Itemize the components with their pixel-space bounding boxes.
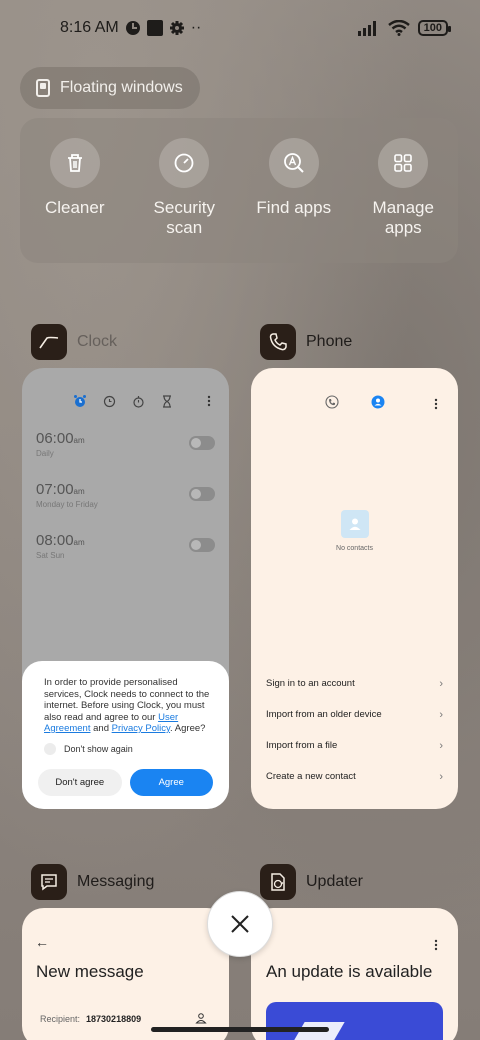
contacts-tab-icon[interactable] bbox=[371, 395, 385, 409]
call-log-tab-icon[interactable] bbox=[324, 395, 339, 409]
manage-apps-label: Manage apps bbox=[372, 198, 434, 237]
battery-icon: 100 bbox=[417, 20, 452, 36]
notification-square-icon bbox=[146, 20, 163, 36]
alarm-time: 08:00am bbox=[36, 532, 85, 549]
more-options-icon[interactable] bbox=[430, 938, 442, 952]
app-status-icon bbox=[125, 21, 140, 35]
more-options-icon[interactable] bbox=[430, 397, 442, 411]
search-app-icon bbox=[283, 153, 304, 173]
empty-contacts: No contacts bbox=[251, 510, 458, 552]
dont-show-checkbox[interactable] bbox=[44, 742, 56, 755]
alarm-repeat: Monday to Friday bbox=[36, 500, 98, 509]
status-time: 8:16 AM bbox=[60, 19, 119, 36]
update-banner bbox=[266, 1002, 443, 1040]
messaging-app-header[interactable]: Messaging bbox=[31, 864, 154, 900]
chevron-right-icon: › bbox=[439, 770, 443, 783]
privacy-dialog: In order to provide personalised service… bbox=[22, 661, 229, 809]
alarm-item[interactable]: 08:00am Sat Sun bbox=[22, 532, 229, 560]
signal-icon bbox=[357, 21, 376, 36]
alarm-time: 06:00am bbox=[36, 430, 85, 447]
clock-tabs bbox=[22, 368, 229, 408]
recipient-value: 18730218809 bbox=[86, 1014, 142, 1024]
phone-app-card[interactable]: No contacts Sign in to an account › Impor… bbox=[251, 368, 458, 809]
quick-tools-panel: Cleaner Security scan Find apps Manage a… bbox=[20, 118, 458, 263]
alarm-toggle[interactable] bbox=[189, 538, 215, 552]
alarm-item[interactable]: 06:00am Daily bbox=[22, 430, 229, 458]
contact-import-options: Sign in to an account › Import from an ol… bbox=[266, 668, 443, 792]
alarm-repeat: Daily bbox=[36, 449, 54, 458]
gear-icon bbox=[169, 21, 184, 35]
grid-icon bbox=[394, 154, 413, 172]
updater-app-name: Updater bbox=[306, 873, 363, 890]
update-available-title: An update is available bbox=[266, 962, 433, 981]
updater-app-header[interactable]: Updater bbox=[260, 864, 363, 900]
close-icon bbox=[231, 915, 249, 933]
phone-app-name: Phone bbox=[306, 333, 353, 350]
phone-app-icon bbox=[260, 324, 296, 360]
more-options-icon[interactable] bbox=[203, 394, 215, 408]
contact-picker-icon[interactable] bbox=[195, 1012, 207, 1024]
chevron-right-icon: › bbox=[439, 708, 443, 721]
cleaner-button[interactable]: Cleaner bbox=[25, 138, 125, 263]
chevron-right-icon: › bbox=[439, 677, 443, 690]
clear-all-button[interactable] bbox=[207, 891, 273, 957]
messaging-app-icon bbox=[31, 864, 67, 900]
security-scan-button[interactable]: Security scan bbox=[134, 138, 234, 263]
world-clock-tab-icon[interactable] bbox=[103, 395, 116, 408]
updater-app-card[interactable]: An update is available bbox=[251, 908, 458, 1040]
clock-app-card[interactable]: 06:00am Daily 07:00am Monday to Friday 0… bbox=[22, 368, 229, 809]
security-scan-label: Security scan bbox=[153, 198, 215, 237]
contact-placeholder-icon bbox=[340, 510, 369, 538]
alarm-repeat: Sat Sun bbox=[36, 551, 65, 560]
new-message-title: New message bbox=[36, 962, 144, 981]
more-dots-icon: ·· bbox=[190, 19, 202, 36]
find-apps-label: Find apps bbox=[256, 198, 332, 217]
agree-button[interactable]: Agree bbox=[129, 768, 213, 796]
floating-windows-label: Floating windows bbox=[60, 79, 183, 96]
manage-apps-button[interactable]: Manage apps bbox=[353, 138, 453, 263]
alarm-tab-icon[interactable] bbox=[73, 394, 87, 408]
clock-app-icon bbox=[31, 324, 67, 360]
option-sign-in[interactable]: Sign in to an account › bbox=[266, 668, 443, 699]
recipient-field[interactable]: Recipient: 18730218809 bbox=[40, 1014, 141, 1024]
floating-window-icon bbox=[36, 79, 50, 97]
dont-agree-button[interactable]: Don't agree bbox=[38, 768, 122, 796]
trash-icon bbox=[67, 154, 82, 172]
cleaner-label: Cleaner bbox=[44, 198, 105, 217]
clock-app-name: Clock bbox=[77, 333, 118, 350]
alarm-time: 07:00am bbox=[36, 481, 85, 498]
option-import-file[interactable]: Import from a file › bbox=[266, 730, 443, 761]
alarm-item[interactable]: 07:00am Monday to Friday bbox=[22, 481, 229, 509]
back-arrow-icon[interactable]: ← bbox=[35, 934, 49, 950]
clock-app-header[interactable]: Clock bbox=[31, 324, 117, 360]
home-gesture-bar[interactable] bbox=[151, 1027, 329, 1032]
dialog-message: In order to provide personalised service… bbox=[44, 677, 210, 734]
status-bar: 8:16 AM ·· 100 bbox=[60, 14, 452, 42]
option-create-contact[interactable]: Create a new contact › bbox=[266, 761, 443, 792]
privacy-policy-link[interactable]: Privacy Policy bbox=[112, 723, 170, 734]
messaging-app-name: Messaging bbox=[77, 873, 155, 890]
shield-scan-icon bbox=[174, 153, 194, 173]
stopwatch-tab-icon[interactable] bbox=[132, 395, 145, 408]
no-contacts-text: No contacts bbox=[336, 545, 373, 552]
phone-app-header[interactable]: Phone bbox=[260, 324, 352, 360]
alarm-toggle[interactable] bbox=[189, 436, 215, 450]
wifi-icon bbox=[387, 20, 410, 36]
dont-show-again-option[interactable]: Don't show again bbox=[44, 742, 213, 755]
phone-tabs bbox=[251, 368, 458, 411]
floating-windows-button[interactable]: Floating windows bbox=[20, 67, 200, 109]
alarm-toggle[interactable] bbox=[189, 487, 215, 501]
messaging-app-card[interactable]: ← New message Recipient: 18730218809 bbox=[22, 908, 229, 1040]
chevron-right-icon: › bbox=[439, 739, 443, 752]
option-import-older-device[interactable]: Import from an older device › bbox=[266, 699, 443, 730]
timer-tab-icon[interactable] bbox=[161, 394, 173, 408]
updater-app-icon bbox=[260, 864, 296, 900]
dont-show-label: Don't show again bbox=[64, 743, 133, 754]
find-apps-button[interactable]: Find apps bbox=[244, 138, 344, 263]
